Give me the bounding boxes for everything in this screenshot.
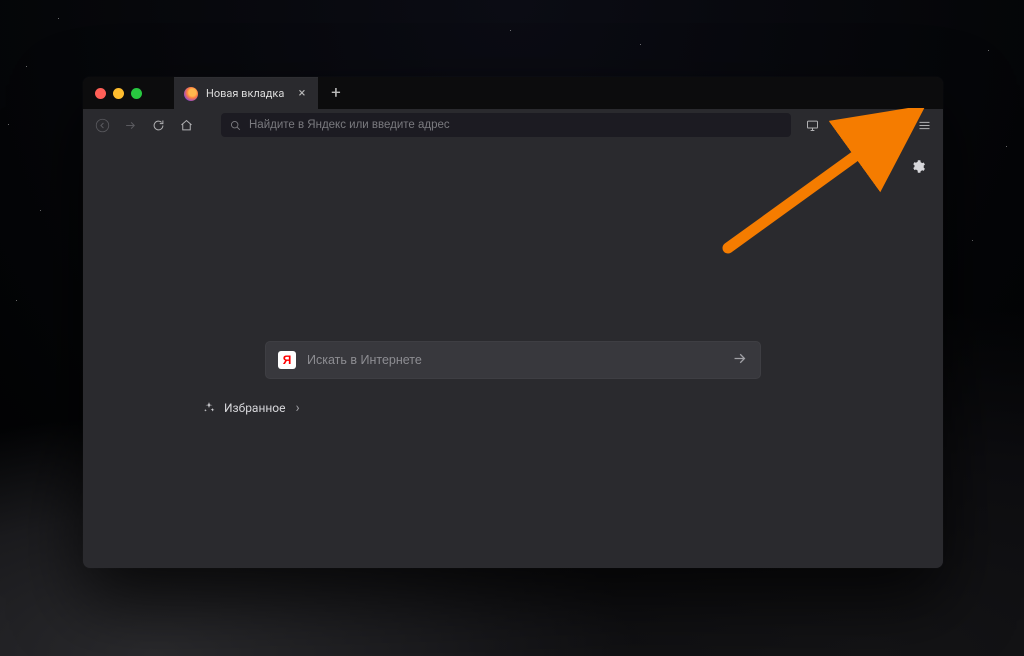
hamburger-icon xyxy=(917,118,932,133)
sparkle-icon xyxy=(202,401,216,415)
screen-icon xyxy=(805,118,820,133)
address-bar[interactable] xyxy=(221,113,791,137)
library-button[interactable] xyxy=(827,112,853,138)
home-search-box[interactable]: Я xyxy=(265,341,761,379)
tab-title: Новая вкладка xyxy=(206,87,294,100)
reload-icon xyxy=(151,118,166,133)
forward-button[interactable] xyxy=(117,112,143,138)
favorites-section-toggle[interactable]: Избранное › xyxy=(202,400,300,416)
tab-close-button[interactable]: × xyxy=(294,86,310,102)
account-button[interactable] xyxy=(883,112,909,138)
maximize-window-button[interactable] xyxy=(131,88,142,99)
yandex-logo-icon: Я xyxy=(278,351,296,369)
navigation-toolbar xyxy=(83,109,943,141)
menu-button[interactable] xyxy=(911,112,937,138)
library-icon xyxy=(833,118,848,133)
firefox-favicon-icon xyxy=(184,87,198,101)
arrow-right-icon xyxy=(731,350,748,367)
browser-tab[interactable]: Новая вкладка × xyxy=(174,77,318,109)
tab-bar: Новая вкладка × + xyxy=(83,77,943,109)
home-icon xyxy=(179,118,194,133)
address-input[interactable] xyxy=(249,119,783,131)
close-window-button[interactable] xyxy=(95,88,106,99)
save-to-pocket-button[interactable] xyxy=(799,112,825,138)
home-button[interactable] xyxy=(173,112,199,138)
reload-button[interactable] xyxy=(145,112,171,138)
browser-window: Новая вкладка × + xyxy=(83,77,943,568)
sidebar-icon xyxy=(861,118,876,133)
forward-arrow-icon xyxy=(123,118,138,133)
chevron-right-icon: › xyxy=(296,400,300,416)
window-controls xyxy=(89,88,152,99)
new-tab-page: Я Избранное › xyxy=(83,141,943,568)
home-search-input[interactable] xyxy=(307,353,731,367)
account-icon xyxy=(889,118,904,133)
sidebar-button[interactable] xyxy=(855,112,881,138)
new-tab-button[interactable]: + xyxy=(322,79,350,107)
back-button[interactable] xyxy=(89,112,115,138)
back-arrow-icon xyxy=(95,118,110,133)
gear-icon xyxy=(911,159,926,174)
minimize-window-button[interactable] xyxy=(113,88,124,99)
search-icon xyxy=(229,119,242,132)
search-go-button[interactable] xyxy=(731,350,748,371)
customize-page-button[interactable] xyxy=(907,155,929,177)
favorites-label: Избранное xyxy=(224,401,286,415)
